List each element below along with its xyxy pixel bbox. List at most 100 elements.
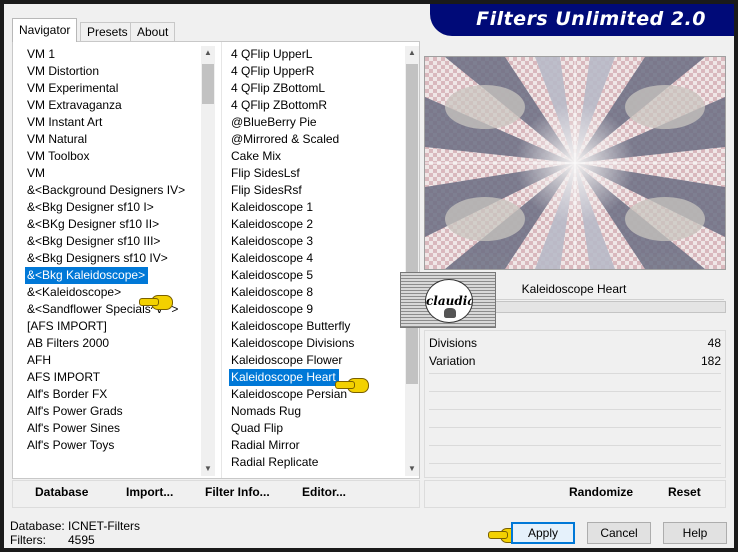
- category-item[interactable]: AB Filters 2000: [25, 335, 201, 352]
- category-item-label: [AFS IMPORT]: [27, 319, 107, 333]
- category-item-label: VM 1: [27, 47, 56, 61]
- filter-item[interactable]: Kaleidoscope Heart: [229, 369, 409, 386]
- filter-item-label: @Mirrored & Scaled: [231, 132, 340, 146]
- category-item[interactable]: [AFS IMPORT]: [25, 318, 201, 335]
- category-item[interactable]: Alf's Power Toys: [25, 437, 201, 454]
- category-item-label: VM: [27, 166, 45, 180]
- param-label: Variation: [429, 354, 476, 368]
- scroll-down-icon[interactable]: ▼: [201, 462, 215, 476]
- filter-item[interactable]: Quad Flip: [229, 420, 409, 437]
- filter-item[interactable]: Flip SidesLsf: [229, 165, 409, 182]
- cancel-button[interactable]: Cancel: [587, 522, 651, 544]
- reset-link[interactable]: Reset: [668, 485, 701, 499]
- filter-item-label: Radial Mirror: [231, 438, 300, 452]
- category-item-label: &<Kaleidoscope>: [27, 285, 122, 299]
- filter-item[interactable]: Flip SidesRsf: [229, 182, 409, 199]
- param-value: 48: [707, 336, 721, 350]
- category-item[interactable]: &<Bkg Designer sf10 I>: [25, 199, 201, 216]
- randomize-link[interactable]: Randomize: [569, 485, 633, 499]
- category-item[interactable]: VM Distortion: [25, 63, 201, 80]
- filter-item[interactable]: Kaleidoscope 4: [229, 250, 409, 267]
- filter-item[interactable]: 4 QFlip UpperL: [229, 46, 409, 63]
- category-item[interactable]: Alf's Border FX: [25, 386, 201, 403]
- category-item-label: &<BKg Designer sf10 II>: [27, 217, 160, 231]
- scroll-up-icon[interactable]: ▲: [405, 46, 419, 60]
- database-link[interactable]: Database: [35, 485, 88, 499]
- filter-item-label: 4 QFlip ZBottomR: [231, 98, 328, 112]
- category-item[interactable]: VM: [25, 165, 201, 182]
- category-item[interactable]: Alf's Power Grads: [25, 403, 201, 420]
- database-label: Database:: [10, 519, 65, 533]
- filter-scrollbar[interactable]: ▲ ▼: [405, 46, 419, 476]
- category-item-label: AB Filters 2000: [27, 336, 110, 350]
- filter-item[interactable]: Kaleidoscope Flower: [229, 352, 409, 369]
- filter-item-label: Quad Flip: [231, 421, 284, 435]
- import-link[interactable]: Import...: [126, 485, 173, 499]
- category-list[interactable]: VM 1 VM Distortion VM Experimental VM Extra…: [25, 46, 201, 476]
- filter-item[interactable]: Radial Replicate: [229, 454, 409, 471]
- category-item[interactable]: &<Bkg Designers sf10 IV>: [25, 250, 201, 267]
- preview-image: [424, 56, 726, 270]
- apply-button[interactable]: Apply: [511, 522, 575, 544]
- scroll-thumb[interactable]: [202, 64, 214, 104]
- filter-item[interactable]: @BlueBerry Pie: [229, 114, 409, 131]
- category-item[interactable]: &<Bkg Kaleidoscope>: [25, 267, 201, 284]
- category-item[interactable]: Alf's Power Sines: [25, 420, 201, 437]
- category-item[interactable]: VM Instant Art: [25, 114, 201, 131]
- filter-item[interactable]: Kaleidoscope 3: [229, 233, 409, 250]
- filter-item[interactable]: Kaleidoscope 1: [229, 199, 409, 216]
- filter-item[interactable]: @Mirrored & Scaled: [229, 131, 409, 148]
- param-divisions[interactable]: Divisions 48: [427, 335, 723, 352]
- filter-item[interactable]: Kaleidoscope 8: [229, 284, 409, 301]
- filter-list[interactable]: 4 QFlip UpperL 4 QFlip UpperR 4 QFlip ZBot…: [229, 46, 409, 476]
- column-divider: [221, 42, 222, 478]
- filter-item-label: 4 QFlip UpperR: [231, 64, 315, 78]
- filters-label: Filters:: [10, 533, 46, 547]
- param-variation[interactable]: Variation 182: [427, 353, 723, 370]
- filter-item-label: Kaleidoscope Heart: [229, 369, 339, 386]
- filter-item[interactable]: Cake Mix: [229, 148, 409, 165]
- filter-item[interactable]: Kaleidoscope 2: [229, 216, 409, 233]
- filter-info-link[interactable]: Filter Info...: [205, 485, 270, 499]
- scroll-up-icon[interactable]: ▲: [201, 46, 215, 60]
- category-item-label: VM Toolbox: [27, 149, 90, 163]
- category-item[interactable]: AFS IMPORT: [25, 369, 201, 386]
- tab-presets[interactable]: Presets: [80, 22, 135, 41]
- window-title: Filters Unlimited 2.0: [476, 8, 706, 30]
- category-item[interactable]: VM Experimental: [25, 80, 201, 97]
- category-item-label: Alf's Power Sines: [27, 421, 120, 435]
- category-item[interactable]: AFH: [25, 352, 201, 369]
- filter-item[interactable]: Kaleidoscope Butterfly: [229, 318, 409, 335]
- filter-item-label: Kaleidoscope 8: [231, 285, 314, 299]
- filter-item[interactable]: 4 QFlip ZBottomL: [229, 80, 409, 97]
- parameter-panel: Divisions 48 Variation 182: [424, 330, 726, 478]
- scroll-thumb[interactable]: [406, 64, 418, 384]
- filter-item[interactable]: Radial Mirror: [229, 437, 409, 454]
- editor-link[interactable]: Editor...: [302, 485, 346, 499]
- category-item[interactable]: &<BKg Designer sf10 II>: [25, 216, 201, 233]
- category-item[interactable]: &<Kaleidoscope>: [25, 284, 201, 301]
- filter-item[interactable]: 4 QFlip UpperR: [229, 63, 409, 80]
- category-item[interactable]: &<Background Designers IV>: [25, 182, 201, 199]
- category-item[interactable]: VM Natural: [25, 131, 201, 148]
- filter-item[interactable]: Kaleidoscope 5: [229, 267, 409, 284]
- help-button[interactable]: Help: [663, 522, 727, 544]
- tab-navigator[interactable]: Navigator: [12, 18, 78, 42]
- filter-item[interactable]: 4 QFlip ZBottomR: [229, 97, 409, 114]
- filter-item-label: Kaleidoscope 9: [231, 302, 314, 316]
- category-scrollbar[interactable]: ▲ ▼: [201, 46, 215, 476]
- category-item[interactable]: VM 1: [25, 46, 201, 63]
- category-item[interactable]: &<Sandflower Specials^v^ >: [25, 301, 201, 318]
- category-item[interactable]: VM Extravaganza: [25, 97, 201, 114]
- scroll-down-icon[interactable]: ▼: [405, 462, 419, 476]
- category-item[interactable]: &<Bkg Designer sf10 III>: [25, 233, 201, 250]
- filter-item[interactable]: Kaleidoscope Persian: [229, 386, 409, 403]
- filter-item[interactable]: Kaleidoscope Divisions: [229, 335, 409, 352]
- filter-item[interactable]: Nomads Rug: [229, 403, 409, 420]
- param-divider: [429, 427, 721, 428]
- category-item-label: AFH: [27, 353, 51, 367]
- category-item[interactable]: VM Toolbox: [25, 148, 201, 165]
- filter-item[interactable]: Kaleidoscope 9: [229, 301, 409, 318]
- tab-about[interactable]: About: [130, 22, 176, 41]
- category-item-label: VM Natural: [27, 132, 88, 146]
